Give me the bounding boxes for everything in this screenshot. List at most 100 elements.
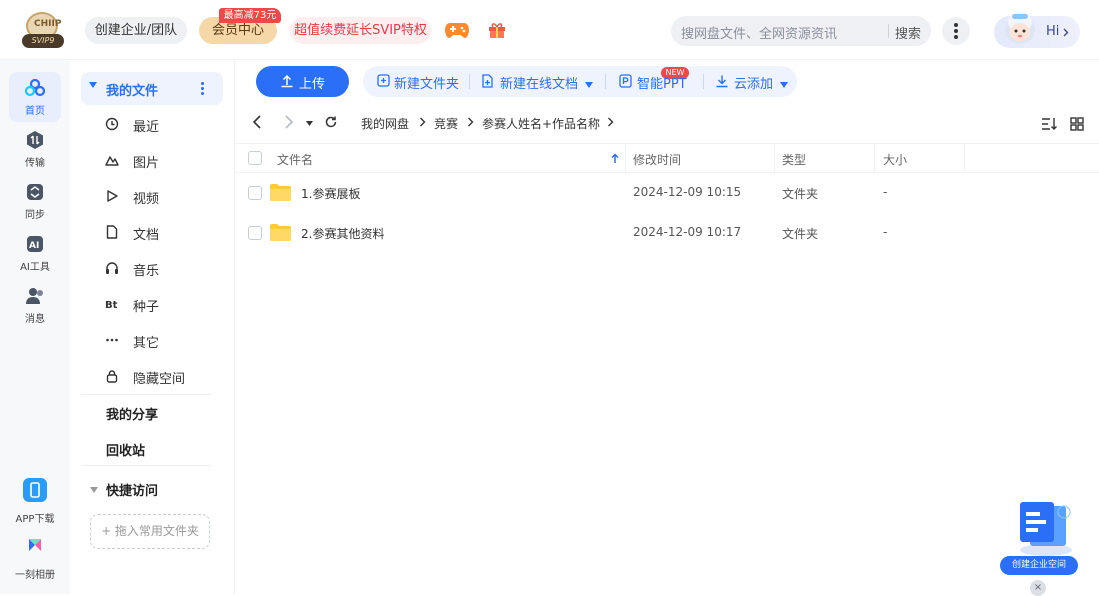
caret-down-icon[interactable] <box>90 487 98 493</box>
sidebar-item-my-share[interactable]: 我的分享 <box>106 404 158 423</box>
cloud-add-label: 云添加 <box>734 77 774 92</box>
file-name[interactable]: 2.参赛其他资料 <box>301 225 384 242</box>
rail-label: 传输 <box>25 158 45 169</box>
sidebar-item-label: 视频 <box>133 192 160 207</box>
sidebar-item-label: 我的文件 <box>106 84 159 99</box>
sidebar-divider <box>81 394 211 395</box>
chevron-right-icon <box>420 117 426 127</box>
app-download-label: APP下载 <box>15 514 55 525</box>
caret-down-icon[interactable] <box>89 82 97 88</box>
vip-discount-badge: 最高减73元 <box>219 8 281 23</box>
sidebar-item-documents[interactable]: 文档 <box>81 217 223 247</box>
column-header-size[interactable]: 大小 <box>883 151 907 168</box>
rail-item-ai-tools[interactable]: AI AI工具 <box>9 228 61 278</box>
tool-group: 新建文件夹 新建在线文档 NEW 智能PPT 云添加 <box>363 66 797 97</box>
table-row[interactable]: 1.参赛展板 2024-12-09 10:15 文件夹 - <box>235 173 1099 213</box>
column-header-type[interactable]: 类型 <box>782 151 806 168</box>
gift-icon[interactable] <box>487 21 507 39</box>
ellipsis-icon <box>106 338 118 342</box>
tool-divider <box>605 74 606 89</box>
grid-view-icon[interactable] <box>1069 116 1085 132</box>
create-org-button[interactable]: 创建企业/团队 <box>85 17 187 44</box>
sidebar-item-others[interactable]: 其它 <box>81 325 223 355</box>
greeting-text: Hi <box>1046 24 1060 39</box>
sort-ascending-icon[interactable] <box>611 153 619 164</box>
breadcrumb-competition[interactable]: 竞赛 <box>434 115 458 132</box>
avatar[interactable] <box>1000 8 1040 50</box>
chevron-right-icon <box>608 117 614 127</box>
breadcrumb-my-drive[interactable]: 我的网盘 <box>361 115 409 132</box>
search-input[interactable]: 搜网盘文件、全网资源资讯 <box>681 23 837 42</box>
enterprise-space-widget: 创建企业空间 × <box>998 498 1080 596</box>
rail-item-messages[interactable]: 消息 <box>9 280 61 330</box>
sidebar-item-videos[interactable]: 视频 <box>81 181 223 211</box>
more-vertical-icon[interactable] <box>942 17 970 45</box>
lock-icon <box>106 370 118 383</box>
breadcrumb-current-folder[interactable]: 参赛人姓名+作品名称 <box>482 115 600 132</box>
refresh-icon[interactable] <box>324 115 338 129</box>
column-divider <box>964 144 965 173</box>
sidebar-item-label: 隐藏空间 <box>133 372 186 387</box>
caret-down-icon[interactable] <box>780 82 789 88</box>
sidebar-item-recent[interactable]: 最近 <box>81 109 223 139</box>
cloud-add-button[interactable]: 云添加 <box>715 73 789 92</box>
ppt-icon <box>619 74 632 88</box>
sidebar-item-my-files[interactable]: 我的文件 <box>81 72 223 105</box>
file-modified: 2024-12-09 10:17 <box>633 225 742 239</box>
file-name[interactable]: 1.参赛展板 <box>301 185 360 202</box>
logo-text: CHIIP <box>34 19 62 29</box>
sidebar-item-hidden-space[interactable]: 隐藏空间 <box>81 361 223 391</box>
caret-down-icon[interactable] <box>585 82 594 88</box>
file-table-header: 文件名 修改时间 类型 大小 <box>235 143 1099 173</box>
back-arrow-icon[interactable] <box>251 115 265 129</box>
enterprise-illustration-icon[interactable] <box>1006 498 1076 558</box>
ai-icon: AI <box>27 236 43 252</box>
drop-folder-zone[interactable]: + 拖入常用文件夹 <box>90 514 210 549</box>
column-header-modified[interactable]: 修改时间 <box>633 151 681 168</box>
sidebar-item-quick-access[interactable]: 快捷访问 <box>106 480 158 499</box>
column-header-name[interactable]: 文件名 <box>277 151 313 168</box>
sort-icon[interactable] <box>1041 116 1057 132</box>
search-divider <box>888 24 889 38</box>
select-all-checkbox[interactable] <box>248 151 262 165</box>
table-row[interactable]: 2.参赛其他资料 2024-12-09 10:17 文件夹 - <box>235 213 1099 253</box>
sidebar-item-label: 最近 <box>133 120 160 135</box>
rail-label: 消息 <box>25 314 45 325</box>
sidebar-item-music[interactable]: 音乐 <box>81 253 223 283</box>
new-online-doc-label: 新建在线文档 <box>500 77 579 92</box>
play-icon <box>107 190 118 202</box>
file-size: - <box>883 185 888 199</box>
sidebar-item-recycle-bin[interactable]: 回收站 <box>106 440 145 459</box>
history-dropdown-icon[interactable] <box>306 121 313 126</box>
renew-svip-button[interactable]: 超值续费延长SVIP特权 <box>290 17 431 44</box>
row-checkbox[interactable] <box>248 186 262 200</box>
sidebar-item-label: 图片 <box>133 156 160 171</box>
new-online-doc-button[interactable]: 新建在线文档 <box>481 73 594 92</box>
file-type: 文件夹 <box>782 187 819 201</box>
sidebar-item-label: 其它 <box>133 336 160 351</box>
rail-item-home[interactable]: 首页 <box>9 72 61 122</box>
search-box[interactable]: 搜网盘文件、全网资源资讯 搜索 <box>671 16 931 46</box>
sidebar-item-label: 种子 <box>133 300 160 315</box>
svg-text:Bt: Bt <box>105 300 118 311</box>
top-bar: CHIIP SVIP9 创建企业/团队 会员中心 最高减73元 超值续费延长SV… <box>0 0 1099 60</box>
sidebar-item-torrents[interactable]: Bt 种子 <box>81 289 223 319</box>
rail-item-sync[interactable]: 同步 <box>9 176 61 226</box>
svip-logo[interactable]: CHIIP SVIP9 <box>22 12 64 48</box>
smart-ppt-button[interactable]: 智能PPT <box>619 73 687 92</box>
game-icon[interactable] <box>444 20 470 40</box>
download-icon <box>716 75 728 88</box>
sidebar-item-images[interactable]: 图片 <box>81 145 223 175</box>
row-checkbox[interactable] <box>248 226 262 240</box>
forward-arrow-icon[interactable] <box>281 115 295 129</box>
album-icon <box>29 539 41 551</box>
more-vertical-icon[interactable] <box>201 80 205 96</box>
logo-tag: SVIP9 <box>22 34 64 48</box>
rail-label: AI工具 <box>20 262 50 273</box>
upload-button[interactable]: 上传 <box>256 66 349 97</box>
create-enterprise-space-button[interactable]: 创建企业空间 <box>1000 556 1078 575</box>
search-button[interactable]: 搜索 <box>895 23 921 42</box>
rail-item-transfer[interactable]: 传输 <box>9 124 61 174</box>
new-folder-button[interactable]: 新建文件夹 <box>377 73 459 92</box>
toolbar: 上传 新建文件夹 新建在线文档 NEW 智能PPT 云添加 <box>235 60 1099 103</box>
